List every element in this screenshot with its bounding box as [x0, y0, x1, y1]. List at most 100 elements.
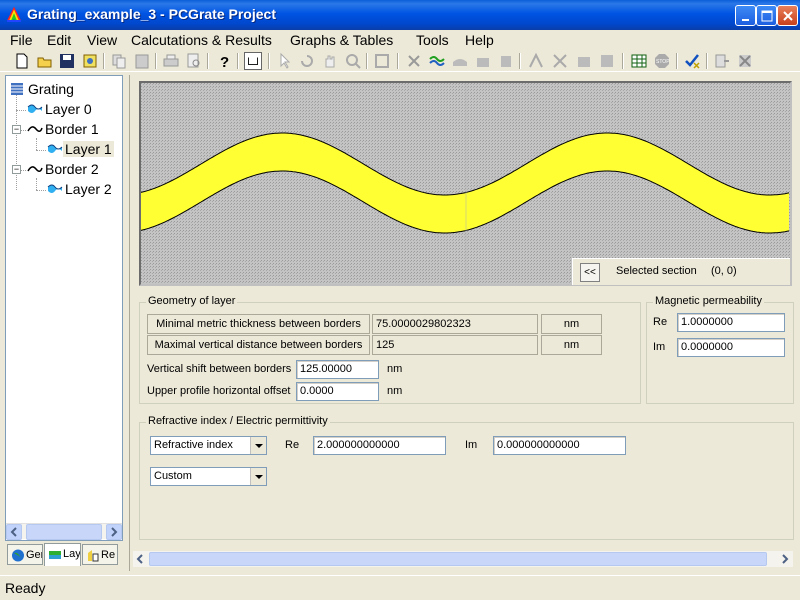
fit-icon[interactable]	[373, 52, 391, 70]
maximize-button[interactable]	[756, 5, 777, 26]
min-thickness-value: 75.0000029802323	[372, 314, 538, 334]
menu-file[interactable]: File	[10, 30, 33, 50]
rotate-icon[interactable]	[298, 52, 316, 70]
refractive-im-input[interactable]: 0.000000000000	[493, 436, 626, 455]
maximize-icon	[761, 10, 773, 22]
refractive-re-label: Re	[285, 439, 300, 451]
tool-5-icon[interactable]	[551, 52, 569, 70]
chevron-left-icon	[10, 527, 17, 537]
chevron-right-icon[interactable]	[778, 551, 792, 567]
print-preview-icon[interactable]	[185, 52, 203, 70]
upper-offset-input[interactable]: 0.0000	[296, 382, 379, 401]
tool-2-icon[interactable]	[474, 52, 492, 70]
menu-calculations[interactable]: Calcutations & Results	[131, 30, 272, 50]
border-2-collapse-toggle[interactable]: −	[12, 165, 21, 174]
layers-icon	[49, 550, 61, 559]
menu-help[interactable]: Help	[465, 30, 494, 50]
pcgrate-rainbow-icon	[7, 7, 21, 22]
menu-edit[interactable]: Edit	[47, 30, 71, 50]
tab-layers[interactable]: Lay	[44, 543, 81, 566]
minimize-button[interactable]	[735, 5, 756, 26]
tree-horizontal-scrollbar[interactable]	[6, 523, 122, 540]
magnetic-group: Magnetic permeability Re 1.0000000 Im 0.…	[646, 295, 794, 404]
chevron-right-icon	[111, 527, 118, 537]
export-icon[interactable]	[713, 52, 731, 70]
tree-scroll-thumb[interactable]	[26, 524, 102, 540]
refractive-im-label: Im	[465, 439, 478, 451]
magnetic-im-label: Im	[653, 341, 666, 353]
magnetic-re-input[interactable]: 1.0000000	[677, 313, 785, 332]
tool-1-icon[interactable]	[451, 52, 469, 70]
print-icon[interactable]	[162, 52, 180, 70]
main-horizontal-scrollbar[interactable]	[133, 551, 793, 567]
delete-icon[interactable]	[405, 52, 423, 70]
upper-offset-label: Upper profile horizontal offset	[147, 385, 291, 397]
refractive-mode-select[interactable]: Refractive index	[150, 436, 267, 455]
minimize-icon	[742, 19, 749, 21]
tab-general[interactable]: Ger	[7, 544, 43, 565]
refractive-group: Refractive index / Electric permittivity…	[139, 415, 794, 540]
vertical-shift-label: Vertical shift between borders	[147, 363, 292, 375]
tab-results[interactable]: Re	[82, 544, 118, 565]
profile-canvas[interactable]	[141, 83, 790, 284]
max-distance-label: Maximal vertical distance between border…	[147, 335, 370, 355]
magnetic-im-input[interactable]: 0.0000000	[677, 338, 785, 357]
geometry-group-title: Geometry of layer	[146, 295, 238, 307]
zoom-icon[interactable]	[344, 52, 362, 70]
menu-tools[interactable]: Tools	[416, 30, 449, 50]
stop-icon[interactable]: STOP	[653, 52, 671, 70]
chevron-down-icon[interactable]	[250, 437, 266, 454]
save-icon[interactable]	[58, 52, 76, 70]
refractive-re-input[interactable]: 2.000000000000	[313, 436, 446, 455]
help-icon[interactable]: ?	[215, 52, 233, 70]
open-icon[interactable]	[36, 52, 54, 70]
refractive-group-title: Refractive index / Electric permittivity	[146, 415, 330, 427]
tool-3-icon[interactable]	[497, 52, 515, 70]
collapse-section-button[interactable]: <<	[580, 263, 600, 282]
copy-icon[interactable]	[110, 52, 128, 70]
pan-icon[interactable]	[321, 52, 339, 70]
border-icon	[27, 166, 43, 172]
menu-bar: File Edit View Calcutations & Results Gr…	[0, 30, 800, 50]
svg-text:STOP: STOP	[656, 59, 670, 65]
tool-6-icon[interactable]	[575, 52, 593, 70]
scroll-left-button[interactable]	[6, 524, 22, 540]
close-icon	[783, 11, 793, 21]
toolbar: ? STOP	[0, 50, 800, 72]
menu-graphs[interactable]: Graphs & Tables	[290, 30, 393, 50]
title-bar[interactable]: Grating_example_3 - PCGrate Project	[0, 0, 800, 30]
table-icon[interactable]	[630, 52, 648, 70]
selected-section-panel: << Selected section (0, 0)	[572, 258, 790, 285]
check-icon[interactable]	[683, 52, 701, 70]
chevron-left-icon[interactable]	[133, 551, 147, 567]
tool-4-icon[interactable]	[527, 52, 545, 70]
status-bar: Ready	[0, 575, 800, 600]
layer-icon	[47, 184, 63, 193]
globe-icon	[12, 549, 24, 562]
max-distance-unit: nm	[541, 335, 602, 355]
scroll-right-button[interactable]	[106, 524, 122, 540]
results-icon	[88, 549, 99, 562]
status-text: Ready	[5, 580, 46, 596]
material-select[interactable]: Custom	[150, 467, 267, 486]
exit-icon[interactable]	[736, 52, 754, 70]
paste-icon[interactable]	[133, 52, 151, 70]
vertical-shift-unit: nm	[387, 363, 403, 375]
layout-icon[interactable]	[244, 52, 262, 70]
main-scroll-thumb[interactable]	[149, 552, 767, 566]
new-icon[interactable]	[13, 52, 31, 70]
vertical-shift-input[interactable]: 125.00000	[296, 360, 379, 379]
magnetic-group-title: Magnetic permeability	[653, 295, 764, 307]
border-1-collapse-toggle[interactable]: −	[12, 125, 21, 134]
tool-7-icon[interactable]	[598, 52, 616, 70]
menu-view[interactable]: View	[87, 30, 117, 50]
properties-icon[interactable]	[81, 52, 99, 70]
add-layer-icon[interactable]	[428, 52, 446, 70]
pointer-icon[interactable]	[276, 52, 294, 70]
profile-canvas-frame	[139, 81, 792, 286]
close-button[interactable]	[777, 5, 798, 26]
panel-tabs: Ger Lay Re	[5, 543, 123, 566]
min-thickness-label: Minimal metric thickness between borders	[147, 314, 370, 334]
chevron-down-icon[interactable]	[250, 468, 266, 485]
grating-tree[interactable]: − − Grating Layer 0 Border 1 Layer 1 Bor…	[5, 75, 123, 541]
